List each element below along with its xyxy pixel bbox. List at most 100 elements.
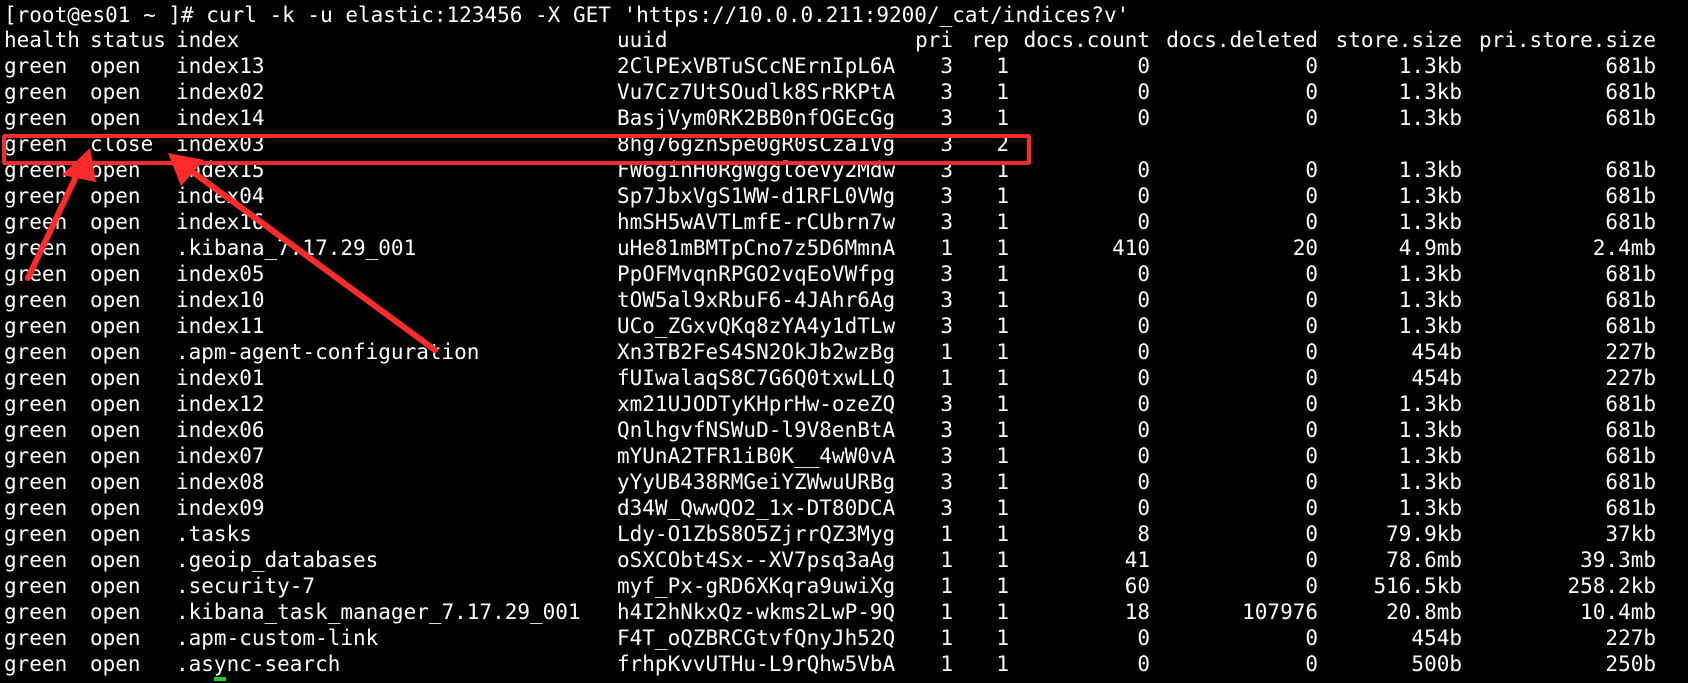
cell-pri: 1 xyxy=(940,600,953,624)
table-row: green open .tasks Ldy-O1ZbS8O5ZjrrQZ3Myg 1 1 8… xyxy=(0,521,1688,547)
cell-docs-count: 410 xyxy=(1112,236,1150,260)
cell-pri: 3 xyxy=(940,418,953,442)
cell-rep: 1 xyxy=(996,236,1009,260)
cell-uuid: fUIwalaqS8C7G6Q0txwLLQ xyxy=(617,366,896,390)
cell-docs-count: 60 xyxy=(1124,574,1150,598)
cell-pri-store-size: 681b xyxy=(1605,496,1656,520)
terminal-window[interactable]: [root@es01 ~ ]# curl -k -u elastic:12345… xyxy=(0,0,1688,683)
cell-rep: 1 xyxy=(996,626,1009,650)
cell-uuid: BasjVym0RK2BB0nfOGEcGg xyxy=(617,106,896,130)
cell-pri: 1 xyxy=(940,652,953,676)
table-row: green open index01 fUIwalaqS8C7G6Q0txwLLQ 1 1… xyxy=(0,365,1688,391)
cell-pri: 3 xyxy=(940,496,953,520)
table-row: green open index07 mYUnA2TFR1iB0K__4wW0vA 3 1… xyxy=(0,443,1688,469)
cell-store-size: 516.5kb xyxy=(1373,574,1462,598)
header-docs-deleted: docs.deleted xyxy=(1166,28,1318,52)
cell-rep: 1 xyxy=(996,262,1009,286)
cell-uuid: oSXCObt4Sx--XV7psq3aAg xyxy=(617,548,896,572)
cell-docs-deleted: 0 xyxy=(1305,496,1318,520)
cell-status: open xyxy=(90,626,141,650)
cell-uuid: PpOFMvqnRPGO2vqEoVWfpg xyxy=(617,262,896,286)
cell-uuid: hmSH5wAVTLmfE-rCUbrn7w xyxy=(617,210,896,234)
cell-docs-deleted: 0 xyxy=(1305,288,1318,312)
cell-docs-deleted: 0 xyxy=(1305,548,1318,572)
cell-uuid: Sp7JbxVgS1WW-d1RFL0VWg xyxy=(617,184,896,208)
header-status: status xyxy=(90,28,166,52)
cell-docs-count: 0 xyxy=(1137,652,1150,676)
cell-rep: 1 xyxy=(996,366,1009,390)
cell-pri: 1 xyxy=(940,366,953,390)
table-row: green open index12 xm21UJODTyKHprHw-ozeZQ 3 1… xyxy=(0,391,1688,417)
cell-docs-deleted: 0 xyxy=(1305,54,1318,78)
cell-store-size: 1.3kb xyxy=(1398,470,1462,494)
cell-store-size: 1.3kb xyxy=(1398,106,1462,130)
cell-pri-store-size: 681b xyxy=(1605,210,1656,234)
cell-rep: 1 xyxy=(996,184,1009,208)
cell-pri: 1 xyxy=(940,522,953,546)
cell-health: green xyxy=(4,652,68,676)
cell-docs-count: 0 xyxy=(1137,314,1150,338)
cell-pri: 3 xyxy=(940,288,953,312)
header-health: health xyxy=(4,28,80,52)
cell-index: index14 xyxy=(176,106,265,130)
cell-store-size: 1.3kb xyxy=(1398,158,1462,182)
cell-rep: 1 xyxy=(996,522,1009,546)
cell-index: index11 xyxy=(176,314,265,338)
cell-pri-store-size: 681b xyxy=(1605,106,1656,130)
cell-uuid: xm21UJODTyKHprHw-ozeZQ xyxy=(617,392,896,416)
cell-store-size: 1.3kb xyxy=(1398,496,1462,520)
cell-status: open xyxy=(90,54,141,78)
cell-store-size: 78.6mb xyxy=(1386,548,1462,572)
cell-index: index05 xyxy=(176,262,265,286)
cell-store-size: 1.3kb xyxy=(1398,288,1462,312)
cell-pri: 3 xyxy=(940,184,953,208)
table-header: health status index uuid pri rep docs.co… xyxy=(0,27,1688,53)
cell-health: green xyxy=(4,392,68,416)
cell-index: .kibana_7.17.29_001 xyxy=(176,236,417,260)
cell-rep: 1 xyxy=(996,574,1009,598)
header-pri: pri xyxy=(915,28,953,52)
cell-index: index10 xyxy=(176,288,265,312)
cell-docs-count: 8 xyxy=(1137,522,1150,546)
cell-status: open xyxy=(90,548,141,572)
header-rep: rep xyxy=(971,28,1009,52)
cell-docs-count: 0 xyxy=(1137,262,1150,286)
command-text: [root@es01 ~ ]# curl -k -u elastic:12345… xyxy=(4,3,1130,27)
command-prompt-line: [root@es01 ~ ]# curl -k -u elastic:12345… xyxy=(0,2,1688,28)
cell-status: open xyxy=(90,184,141,208)
cell-pri-store-size: 227b xyxy=(1605,340,1656,364)
cell-index: index13 xyxy=(176,54,265,78)
cell-docs-deleted: 0 xyxy=(1305,392,1318,416)
cell-index: .apm-agent-configuration xyxy=(176,340,480,364)
cell-rep: 1 xyxy=(996,314,1009,338)
table-row: green open index14 BasjVym0RK2BB0nfOGEcGg 3 1… xyxy=(0,105,1688,131)
cell-index: .apm-custom-link xyxy=(176,626,379,650)
cell-docs-count: 0 xyxy=(1137,288,1150,312)
header-pri-store-size: pri.store.size xyxy=(1478,28,1656,52)
cell-health: green xyxy=(4,470,68,494)
cell-pri-store-size: 10.4mb xyxy=(1580,600,1656,624)
cell-docs-deleted: 0 xyxy=(1305,262,1318,286)
cell-docs-deleted: 0 xyxy=(1305,106,1318,130)
cell-uuid: h4I2hNkxQz-wkms2LwP-9Q xyxy=(617,600,896,624)
cell-docs-count: 0 xyxy=(1137,340,1150,364)
header-uuid: uuid xyxy=(617,28,668,52)
cell-health: green xyxy=(4,444,68,468)
cell-uuid: QnlhgvfNSWuD-l9V8enBtA xyxy=(617,418,896,442)
table-row: green open .async-search frhpKvvUTHu-L9rQhw… xyxy=(0,651,1688,677)
cell-docs-count: 0 xyxy=(1137,392,1150,416)
cell-index: .kibana_task_manager_7.17.29_001 xyxy=(176,600,581,624)
cell-rep: 1 xyxy=(996,600,1009,624)
cell-store-size: 454b xyxy=(1411,340,1462,364)
cell-uuid: Xn3TB2FeS4SN2OkJb2wzBg xyxy=(617,340,896,364)
cell-pri-store-size: 681b xyxy=(1605,184,1656,208)
cell-docs-deleted: 0 xyxy=(1305,574,1318,598)
cell-store-size: 1.3kb xyxy=(1398,314,1462,338)
cell-pri-store-size: 681b xyxy=(1605,470,1656,494)
cell-store-size: 500b xyxy=(1411,652,1462,676)
cell-health: green xyxy=(4,366,68,390)
cell-pri-store-size: 227b xyxy=(1605,626,1656,650)
cell-uuid: yYyUB438RMGeiYZWwuURBg xyxy=(617,470,896,494)
cell-uuid: F4T_oQZBRCGtvfQnyJh52Q xyxy=(617,626,896,650)
cell-status: open xyxy=(90,366,141,390)
